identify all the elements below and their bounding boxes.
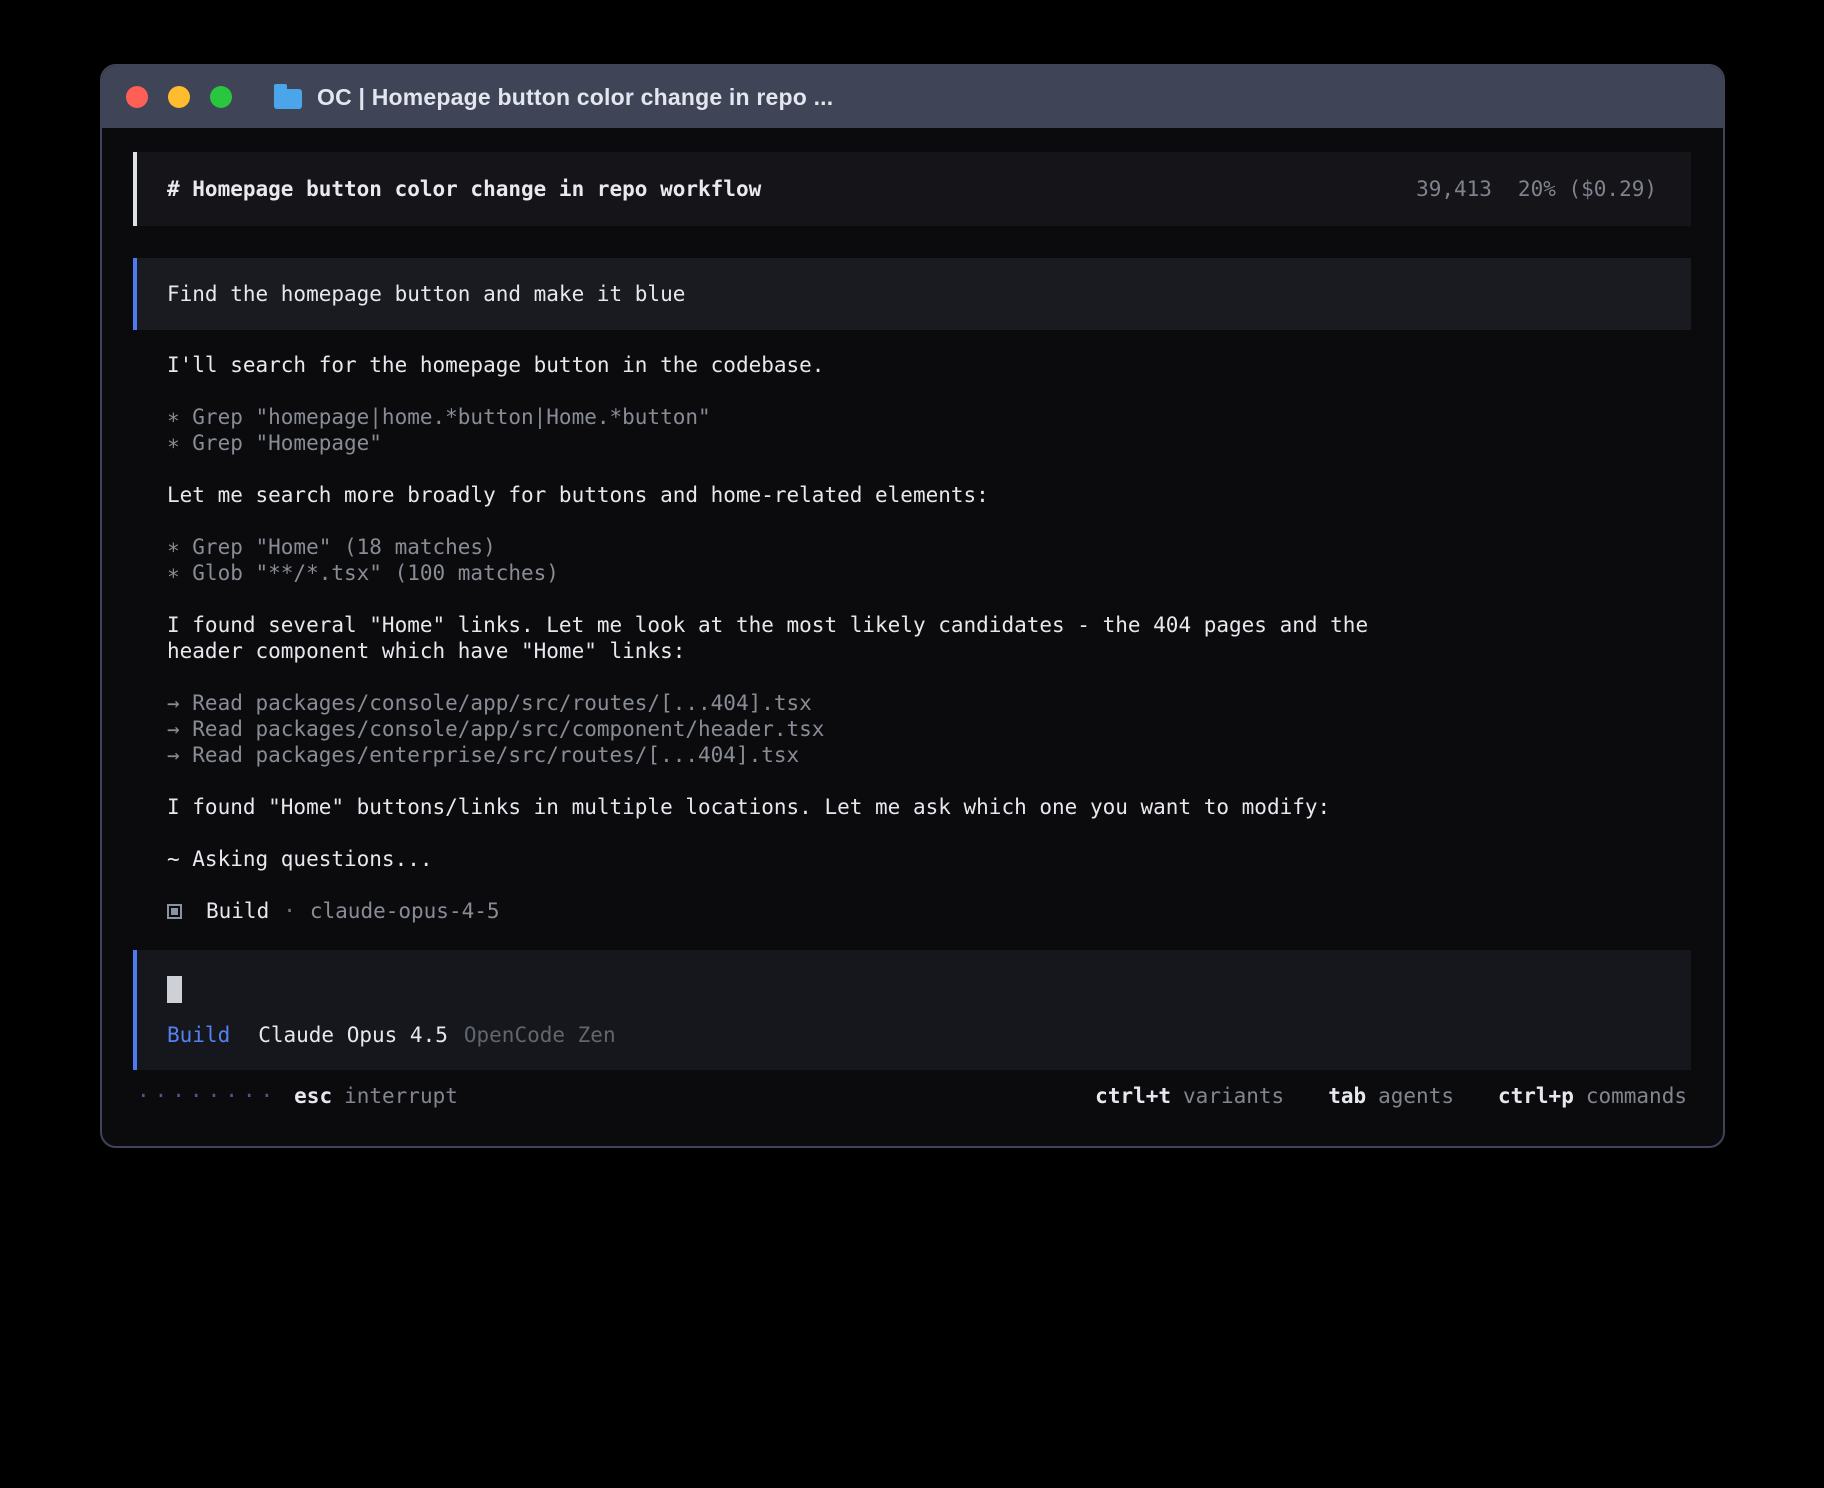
tool-call-line: → Read packages/console/app/src/routes/[… [167,690,1691,716]
shortcut-group: ctrl+t variants [1095,1084,1284,1108]
shortcut-label: variants [1183,1084,1284,1108]
session-header: # Homepage button color change in repo w… [133,152,1691,226]
esc-action-label: interrupt [344,1084,458,1108]
tool-call-line: ∗ Grep "homepage|home.*button|Home.*butt… [167,404,1691,430]
shortcut-key: ctrl+t [1095,1084,1171,1108]
assistant-text-line: I found several "Home" links. Let me loo… [167,612,1691,638]
token-count: 39,413 [1416,177,1492,201]
agent-separator: · [283,899,296,923]
titlebar-title-group: OC | Homepage button color change in rep… [274,84,833,111]
zoom-window-button[interactable] [210,86,232,108]
esc-key-hint: esc [294,1084,332,1108]
context-usage: 20% ($0.29) [1518,177,1657,201]
spacer [167,872,1691,898]
spacer [167,768,1691,794]
spacer [167,456,1691,482]
shortcut-label: commands [1586,1084,1687,1108]
build-agent-icon [167,904,182,919]
prompt-input[interactable]: Build Claude Opus 4.5 OpenCode Zen [133,950,1691,1070]
traffic-lights [126,86,232,108]
assistant-text-line: I found "Home" buttons/links in multiple… [167,794,1691,820]
assistant-text-line: Let me search more broadly for buttons a… [167,482,1691,508]
assistant-text-line: header component which have "Home" links… [167,638,1691,664]
user-message-text: Find the homepage button and make it blu… [167,282,685,306]
window-titlebar[interactable]: OC | Homepage button color change in rep… [102,66,1723,128]
tool-call-line: ∗ Grep "Home" (18 matches) [167,534,1691,560]
folder-icon [274,89,302,109]
text-cursor [167,976,182,1003]
agent-model: claude-opus-4-5 [310,899,500,923]
tool-call-line: → Read packages/console/app/src/componen… [167,716,1691,742]
spinner-dots: ········ [137,1084,278,1108]
status-bar: ········ esc interrupt ctrl+t variants tab… [133,1083,1691,1109]
session-meta: 39,413 20% ($0.29) [1416,177,1657,201]
spacer [167,378,1691,404]
spacer [167,664,1691,690]
agent-name: Build [206,899,269,923]
desktop-background: OC | Homepage button color change in rep… [0,0,1824,1488]
shortcut-group: ctrl+p commands [1498,1084,1687,1108]
input-meta-row: Build Claude Opus 4.5 OpenCode Zen [167,1023,1661,1047]
input-provider-label: OpenCode Zen [464,1023,616,1047]
tool-call-line: → Read packages/enterprise/src/routes/[.… [167,742,1691,768]
tool-call-line: ∗ Glob "**/*.tsx" (100 matches) [167,560,1691,586]
spacer [167,820,1691,846]
shortcut-hints: ctrl+t variants tab agents ctrl+p commands [1051,1084,1687,1108]
input-mode-label: Build [167,1023,230,1047]
assistant-text-line: I'll search for the homepage button in t… [167,352,1691,378]
shortcut-key: ctrl+p [1498,1084,1574,1108]
spacer [167,508,1691,534]
input-model-label: Claude Opus 4.5 [258,1023,448,1047]
agent-status-row: Build · claude-opus-4-5 [133,898,1691,924]
tool-call-line: ∗ Grep "Homepage" [167,430,1691,456]
minimize-window-button[interactable] [168,86,190,108]
terminal-content: # Homepage button color change in repo w… [102,128,1723,1109]
shortcut-label: agents [1378,1084,1454,1108]
shortcut-key: tab [1328,1084,1366,1108]
assistant-text-line: ~ Asking questions... [167,846,1691,872]
user-message: Find the homepage button and make it blu… [133,258,1691,330]
transcript: I'll search for the homepage button in t… [133,352,1691,898]
session-title: # Homepage button color change in repo w… [167,177,761,201]
spacer [167,586,1691,612]
window-title: OC | Homepage button color change in rep… [317,84,833,111]
status-bar-left: ········ esc interrupt [137,1084,458,1108]
shortcut-group: tab agents [1328,1084,1454,1108]
terminal-window: OC | Homepage button color change in rep… [100,64,1725,1148]
close-window-button[interactable] [126,86,148,108]
